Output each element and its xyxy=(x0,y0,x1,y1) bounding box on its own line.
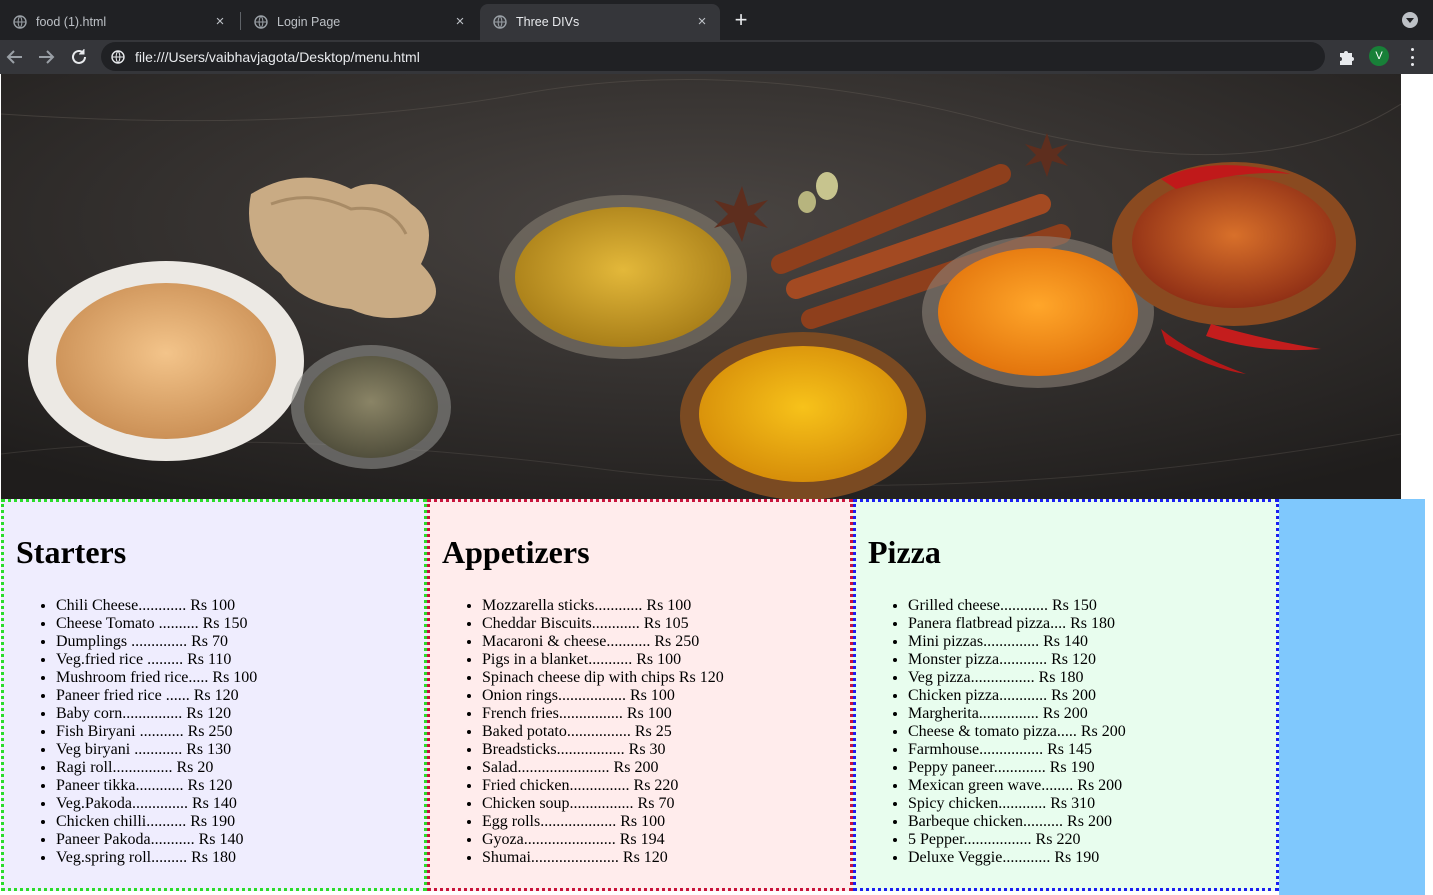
menu-item: 5 Pepper................. Rs 220 xyxy=(908,831,1276,849)
menu-item: Veg pizza................ Rs 180 xyxy=(908,669,1276,687)
globe-icon xyxy=(13,15,27,29)
tab-title: food (1).html xyxy=(36,15,107,29)
close-icon[interactable]: × xyxy=(452,14,468,30)
menu-list: Grilled cheese............ Rs 150 Panera… xyxy=(868,597,1276,867)
menu-item: Veg.spring roll......... Rs 180 xyxy=(56,849,424,867)
menu-section-pizza: Pizza Grilled cheese............ Rs 150 … xyxy=(853,499,1279,891)
tab-title: Login Page xyxy=(277,15,341,29)
menu-item: Paneer fried rice ...... Rs 120 xyxy=(56,687,424,705)
menu-item: Panera flatbread pizza.... Rs 180 xyxy=(908,615,1276,633)
reload-icon[interactable] xyxy=(67,45,91,69)
menu-item: Barbeque chicken.......... Rs 200 xyxy=(908,813,1276,831)
tab-title: Three DIVs xyxy=(516,15,580,29)
menu-item: Farmhouse................ Rs 145 xyxy=(908,741,1276,759)
menu-item: Veg.Pakoda.............. Rs 140 xyxy=(56,795,424,813)
forward-arrow-icon[interactable] xyxy=(34,45,58,69)
menu-item: Breadsticks................. Rs 30 xyxy=(482,741,850,759)
menu-item: Spinach cheese dip with chips Rs 120 xyxy=(482,669,850,687)
menu-item: Veg biryani ............ Rs 130 xyxy=(56,741,424,759)
menu-item: Spicy chicken............ Rs 310 xyxy=(908,795,1276,813)
menu-item: Mushroom fried rice..... Rs 100 xyxy=(56,669,424,687)
menu-item: Chicken soup................ Rs 70 xyxy=(482,795,850,813)
menu-item: Salad....................... Rs 200 xyxy=(482,759,850,777)
menu-item: Fried chicken............... Rs 220 xyxy=(482,777,850,795)
globe-icon xyxy=(254,15,268,29)
page-viewport: Starters Chili Cheese............ Rs 100… xyxy=(0,74,1433,895)
menu-section-starters: Starters Chili Cheese............ Rs 100… xyxy=(1,499,427,891)
globe-icon xyxy=(493,15,507,29)
url-text[interactable]: file:///Users/vaibhavjagota/Desktop/menu… xyxy=(135,49,420,65)
menu-item: Cheese & tomato pizza..... Rs 200 xyxy=(908,723,1276,741)
menu-item: Pigs in a blanket........... Rs 100 xyxy=(482,651,850,669)
more-menu-icon[interactable] xyxy=(1405,48,1419,66)
spices-banner-image xyxy=(1,74,1401,499)
tab-login-page[interactable]: Login Page × xyxy=(241,4,478,40)
menu-item: Cheese Tomato .......... Rs 150 xyxy=(56,615,424,633)
menu-item: Cheddar Biscuits............ Rs 105 xyxy=(482,615,850,633)
menu-item: Chicken pizza............ Rs 200 xyxy=(908,687,1276,705)
site-info-icon[interactable] xyxy=(111,49,125,64)
menu-item: Ragi roll............... Rs 20 xyxy=(56,759,424,777)
menu-item: Deluxe Veggie............ Rs 190 xyxy=(908,849,1276,867)
menu-item: Chili Cheese............ Rs 100 xyxy=(56,597,424,615)
browser-tab-bar: food (1).html × Login Page × Three DIVs … xyxy=(0,0,1433,40)
menu-item: Egg rolls................... Rs 100 xyxy=(482,813,850,831)
menu-item: Baked potato................ Rs 25 xyxy=(482,723,850,741)
menu-item: Onion rings................. Rs 100 xyxy=(482,687,850,705)
new-tab-button[interactable]: + xyxy=(731,9,751,31)
menu-item: Paneer Pakoda........... Rs 140 xyxy=(56,831,424,849)
menu-section-appetizers: Appetizers Mozzarella sticks............… xyxy=(427,499,853,891)
menu-list: Chili Cheese............ Rs 100 Cheese T… xyxy=(16,597,424,867)
menu-item: Mini pizzas.............. Rs 140 xyxy=(908,633,1276,651)
profile-avatar[interactable]: V xyxy=(1369,46,1389,66)
browser-toolbar: file:///Users/vaibhavjagota/Desktop/menu… xyxy=(0,40,1433,74)
back-arrow-icon[interactable] xyxy=(3,45,27,69)
menu-list: Mozzarella sticks............ Rs 100 Che… xyxy=(442,597,850,867)
menu-item: Shumai...................... Rs 120 xyxy=(482,849,850,867)
tab-three-divs[interactable]: Three DIVs × xyxy=(480,4,720,40)
menu-item: Peppy paneer............. Rs 190 xyxy=(908,759,1276,777)
extensions-puzzle-icon[interactable] xyxy=(1338,47,1356,67)
tab-search-icon[interactable] xyxy=(1402,12,1418,28)
menu-item: French fries................ Rs 100 xyxy=(482,705,850,723)
section-heading: Pizza xyxy=(868,534,941,570)
menu-item: Margherita............... Rs 200 xyxy=(908,705,1276,723)
close-icon[interactable]: × xyxy=(212,14,228,30)
address-bar[interactable]: file:///Users/vaibhavjagota/Desktop/menu… xyxy=(101,42,1325,71)
section-heading: Appetizers xyxy=(442,534,590,570)
menu-item: Mexican green wave........ Rs 200 xyxy=(908,777,1276,795)
menu-item: Mozzarella sticks............ Rs 100 xyxy=(482,597,850,615)
menu-item: Baby corn............... Rs 120 xyxy=(56,705,424,723)
section-heading: Starters xyxy=(16,534,127,570)
menu-item: Paneer tikka............ Rs 120 xyxy=(56,777,424,795)
tab-food[interactable]: food (1).html × xyxy=(0,4,238,40)
menu-item: Veg.fried rice ......... Rs 110 xyxy=(56,651,424,669)
menu-item: Grilled cheese............ Rs 150 xyxy=(908,597,1276,615)
menu-item: Chicken chilli.......... Rs 190 xyxy=(56,813,424,831)
close-icon[interactable]: × xyxy=(694,14,710,30)
menu-item: Fish Biryani ........... Rs 250 xyxy=(56,723,424,741)
blue-side-panel xyxy=(1279,499,1425,895)
menu-item: Monster pizza............ Rs 120 xyxy=(908,651,1276,669)
menu-item: Gyoza....................... Rs 194 xyxy=(482,831,850,849)
menu-item: Dumplings .............. Rs 70 xyxy=(56,633,424,651)
menu-item: Macaroni & cheese........... Rs 250 xyxy=(482,633,850,651)
